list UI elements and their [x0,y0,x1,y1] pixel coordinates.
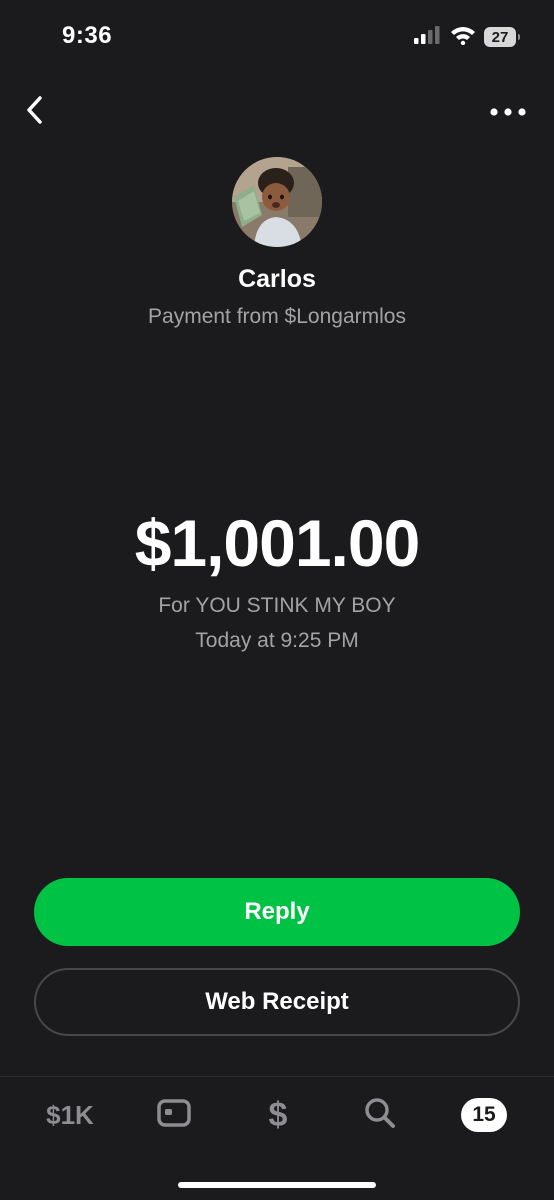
tab-search[interactable] [358,1095,402,1135]
ellipsis-icon [490,103,526,121]
tab-pay[interactable]: $ [256,1095,300,1135]
payment-detail-screen: 9:36 27 Carlos Payment from $Longarmlos … [0,0,554,1200]
chevron-left-icon [25,95,43,130]
activity-count-badge: 15 [461,1098,507,1132]
more-options-button[interactable] [488,100,528,124]
wifi-icon [450,25,476,50]
card-icon [157,1098,191,1132]
search-icon [364,1097,396,1134]
battery-icon: 27 [484,27,520,47]
payment-amount: $1,001.00 [134,506,421,580]
tab-balance[interactable]: $1K [38,1095,102,1135]
avatar[interactable] [232,157,322,247]
web-receipt-button[interactable]: Web Receipt [34,968,520,1036]
payment-note: For YOU STINK MY BOY [158,594,396,617]
tab-card[interactable] [152,1095,196,1135]
status-time: 9:36 [62,22,113,49]
status-icons: 27 [414,24,520,50]
tab-activity[interactable]: 15 [456,1095,512,1135]
back-button[interactable] [18,94,50,130]
payment-timestamp: Today at 9:25 PM [195,629,359,652]
payment-subtitle: Payment from $Longarmlos [148,305,406,328]
reply-button[interactable]: Reply [34,878,520,946]
cellular-signal-icon [414,25,442,49]
sender-name: Carlos [238,265,316,293]
home-indicator [178,1182,376,1188]
tab-bar: $1K $ 15 [0,1076,554,1200]
